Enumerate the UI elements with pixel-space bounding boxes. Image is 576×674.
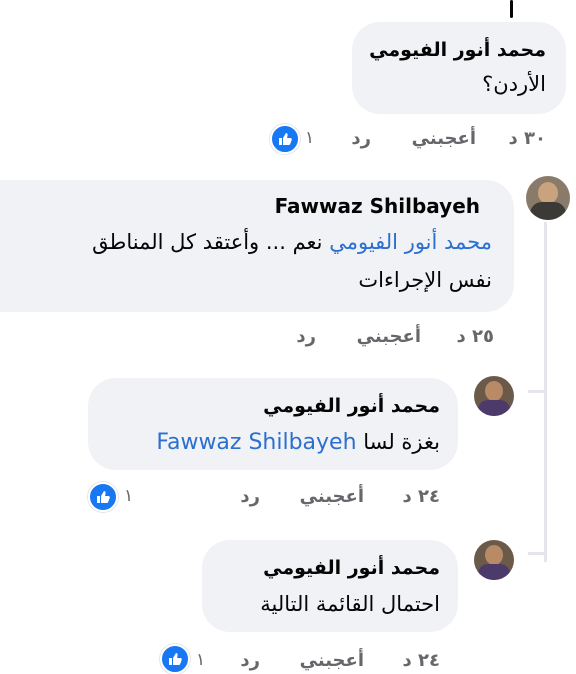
comment-time[interactable]: ٢٤ د xyxy=(403,486,441,507)
thread-line xyxy=(528,390,546,393)
comment-text-line: محمد أنور الفيومي نعم ... وأعتقد كل المن… xyxy=(92,226,492,258)
thread-line xyxy=(528,552,546,555)
thread-line xyxy=(510,0,513,18)
reply-button[interactable]: رد xyxy=(296,326,316,347)
comment-author[interactable]: محمد أنور الفيومي xyxy=(263,394,440,418)
mention-link[interactable]: محمد أنور الفيومي xyxy=(329,230,492,254)
comment-author[interactable]: محمد أنور الفيومي xyxy=(369,38,546,62)
comment-bubble: محمد أنور الفيومي احتمال القائمة التالية xyxy=(202,540,458,632)
comment-text: الأردن؟ xyxy=(482,72,546,96)
mention-link[interactable]: Fawwaz Shilbayeh xyxy=(156,430,356,455)
comment-author[interactable]: محمد أنور الفيومي xyxy=(263,556,440,580)
comment-time[interactable]: ٣٠ د xyxy=(509,128,547,149)
thumbs-up-icon[interactable] xyxy=(270,124,300,154)
like-button[interactable]: أعجبني xyxy=(412,128,476,149)
avatar[interactable] xyxy=(474,540,514,580)
reaction-count[interactable]: ١ xyxy=(196,650,205,670)
comment-text: احتمال القائمة التالية xyxy=(260,592,440,616)
reply-button[interactable]: رد xyxy=(351,128,371,149)
comment-text: نفس الإجراءات xyxy=(358,268,492,292)
reaction-count[interactable]: ١ xyxy=(305,128,314,148)
like-button[interactable]: أعجبني xyxy=(357,326,421,347)
comment-text-line: بغزة لسا Fawwaz Shilbayeh xyxy=(156,426,440,459)
reply-button[interactable]: رد xyxy=(240,486,260,507)
avatar[interactable] xyxy=(474,376,514,416)
like-button[interactable]: أعجبني xyxy=(300,486,364,507)
comment-author[interactable]: Fawwaz Shilbayeh xyxy=(275,194,480,218)
avatar[interactable] xyxy=(526,176,570,220)
thumbs-up-icon[interactable] xyxy=(160,644,190,674)
thumbs-up-icon[interactable] xyxy=(88,482,118,512)
comment-bubble: Fawwaz Shilbayeh محمد أنور الفيومي نعم .… xyxy=(0,180,514,312)
comment-time[interactable]: ٢٤ د xyxy=(403,650,441,671)
reply-button[interactable]: رد xyxy=(240,650,260,671)
like-button[interactable]: أعجبني xyxy=(300,650,364,671)
comment-text: بغزة لسا xyxy=(363,430,440,454)
reaction-count[interactable]: ١ xyxy=(124,486,133,506)
comment-time[interactable]: ٢٥ د xyxy=(457,326,495,347)
comment-bubble: محمد أنور الفيومي الأردن؟ xyxy=(352,22,566,114)
comment-text: نعم ... وأعتقد كل المناطق xyxy=(92,230,323,254)
comment-bubble: محمد أنور الفيومي بغزة لسا Fawwaz Shilba… xyxy=(88,378,458,470)
